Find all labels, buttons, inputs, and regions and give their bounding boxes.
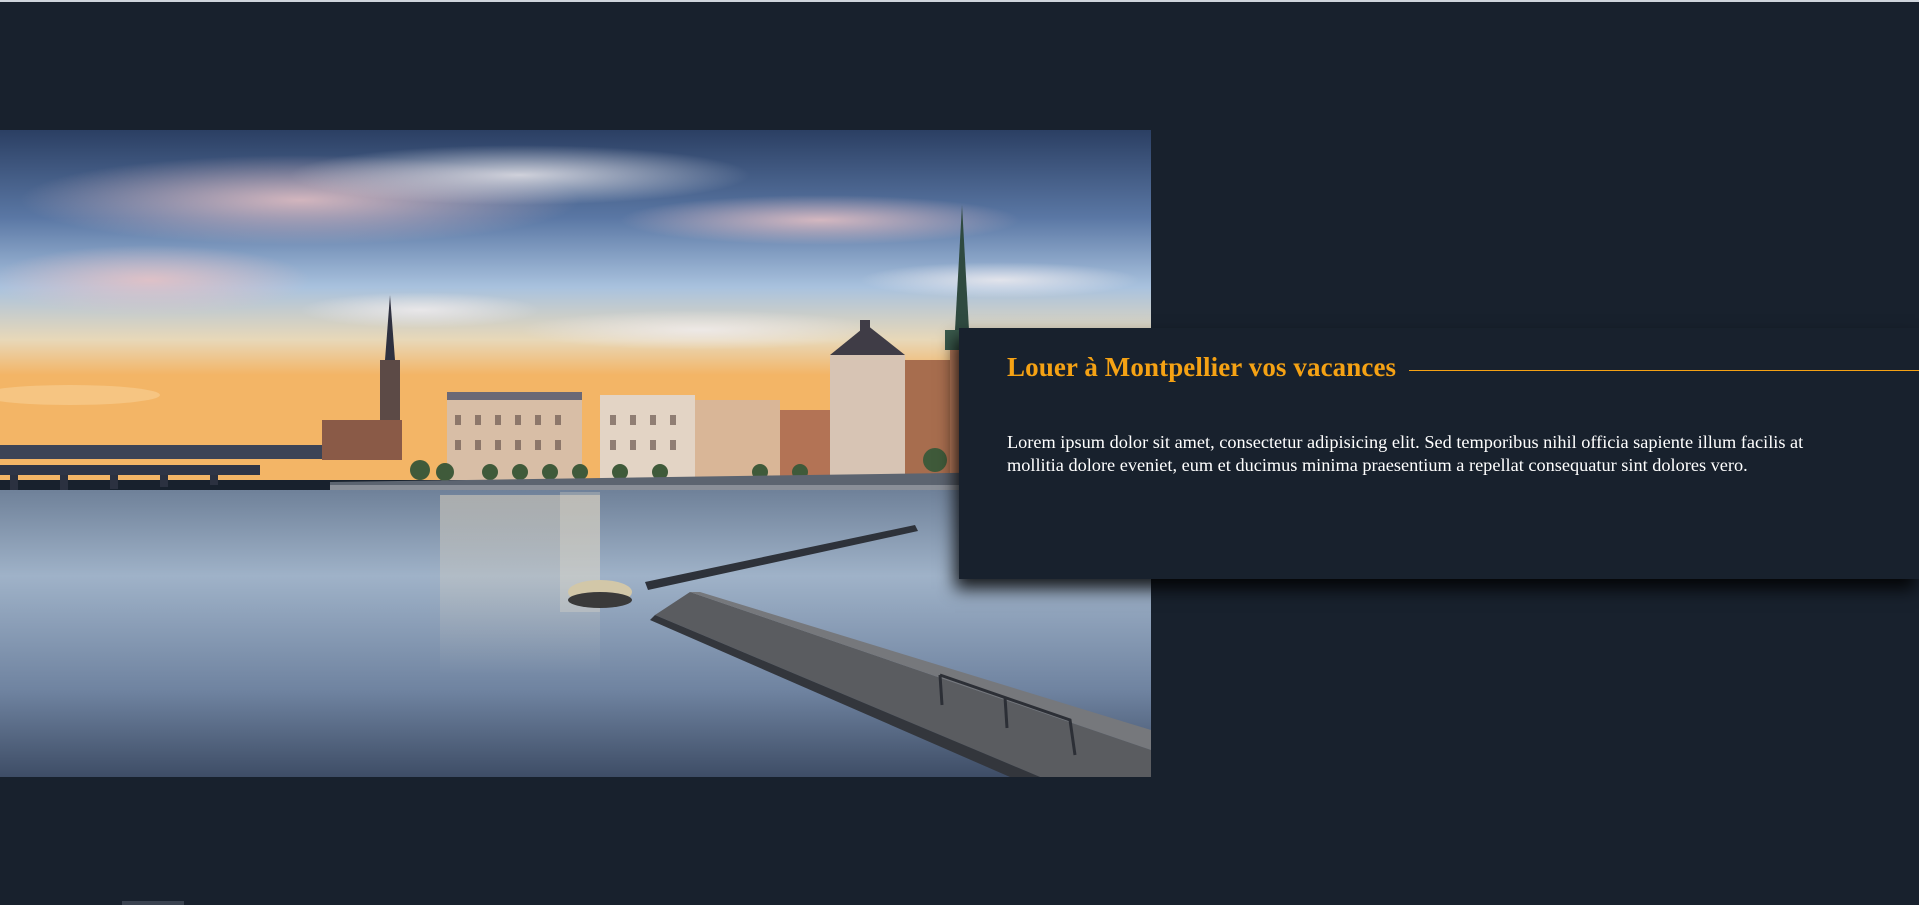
title-row: Louer à Montpellier vos vacances [1007, 352, 1919, 383]
card-body-text: Lorem ipsum dolor sit amet, consectetur … [1007, 432, 1804, 475]
card-title: Louer à Montpellier vos vacances [1007, 352, 1397, 382]
horizontal-scrollbar-thumb[interactable] [122, 901, 184, 905]
info-card: Louer à Montpellier vos vacances Lorem i… [959, 328, 1919, 579]
top-border [0, 0, 1919, 2]
title-divider [1409, 370, 1919, 371]
